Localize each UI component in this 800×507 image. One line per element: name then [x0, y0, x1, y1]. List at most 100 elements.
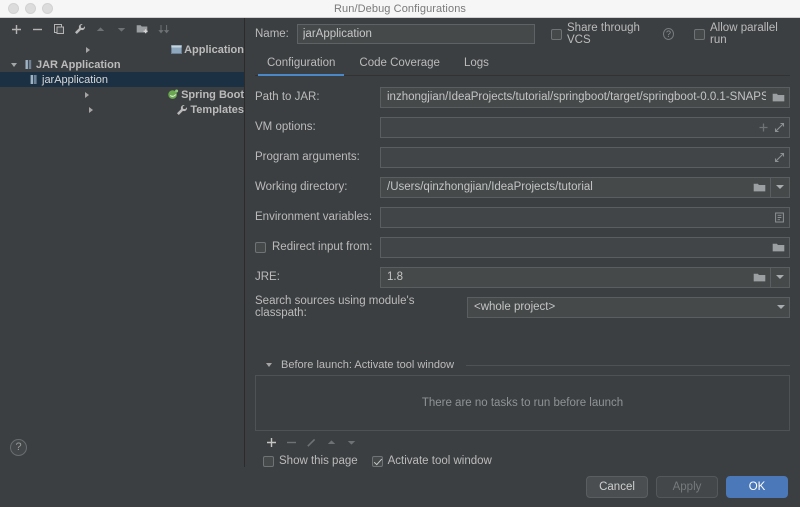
- before-launch-options: Show this page Activate tool window: [255, 453, 790, 467]
- browse-folder-icon[interactable]: [753, 182, 766, 193]
- chevron-right-icon[interactable]: [8, 46, 168, 53]
- edit-task-button[interactable]: [301, 432, 321, 452]
- before-launch-task-list[interactable]: There are no tasks to run before launch: [255, 375, 790, 431]
- chevron-down-icon: [776, 185, 784, 189]
- templates-icon: [174, 104, 190, 116]
- configuration-editor-panel: Name: Share through VCS ? Allow parallel…: [245, 18, 800, 467]
- redirect-input-label: Redirect input from:: [272, 241, 373, 253]
- redirect-input-label-group[interactable]: Redirect input from:: [255, 241, 380, 253]
- allow-parallel-run-checkbox[interactable]: [694, 28, 706, 40]
- show-this-page-label: Show this page: [279, 455, 358, 467]
- jre-value: 1.8: [387, 271, 403, 283]
- show-this-page-checkbox[interactable]: [263, 455, 274, 467]
- move-down-button[interactable]: [111, 19, 132, 39]
- title-bar: Run/Debug Configurations: [0, 0, 800, 18]
- browse-folder-icon[interactable]: [753, 272, 766, 283]
- share-vcs-help-icon[interactable]: ?: [662, 28, 675, 40]
- configurations-toolbar: [0, 18, 244, 40]
- environment-variables-input[interactable]: [380, 206, 790, 228]
- path-to-jar-label: Path to JAR:: [255, 91, 320, 103]
- remove-task-button[interactable]: [281, 432, 301, 452]
- environment-variables-row: Environment variables:: [255, 206, 790, 228]
- help-button[interactable]: ?: [10, 438, 27, 456]
- vm-options-row: VM options:: [255, 116, 790, 138]
- add-configuration-button[interactable]: [6, 19, 27, 39]
- tree-item-templates[interactable]: Templates: [0, 102, 244, 117]
- section-divider: [466, 364, 790, 366]
- editor-tabs[interactable]: Configuration Code Coverage Logs: [255, 50, 790, 76]
- configurations-panel: Application JAR Application jarApplicati…: [0, 18, 245, 467]
- jre-row: JRE: 1.8: [255, 266, 790, 288]
- vm-options-label: VM options:: [255, 121, 316, 133]
- tree-item-application[interactable]: Application: [0, 42, 244, 57]
- expand-editor-icon[interactable]: [774, 152, 785, 163]
- remove-configuration-button[interactable]: [27, 19, 48, 39]
- tree-item-jarapplication[interactable]: jarApplication: [0, 72, 244, 87]
- folder-add-icon[interactable]: [132, 19, 153, 39]
- apply-button[interactable]: Apply: [656, 476, 718, 498]
- jar-item-icon: [26, 74, 42, 85]
- move-up-button[interactable]: [90, 19, 111, 39]
- window-title: Run/Debug Configurations: [333, 2, 467, 15]
- redirect-input-path-input[interactable]: [380, 236, 790, 258]
- browse-folder-icon[interactable]: [772, 92, 785, 103]
- wrench-icon[interactable]: [69, 19, 90, 39]
- edit-variables-icon[interactable]: [774, 212, 785, 223]
- working-directory-label: Working directory:: [255, 181, 348, 193]
- working-directory-dropdown-button[interactable]: [771, 176, 790, 198]
- before-launch-section: Before launch: Activate tool window Ther…: [255, 353, 790, 467]
- activate-tool-window-checkbox[interactable]: [371, 455, 383, 467]
- chevron-down-icon[interactable]: [263, 363, 275, 367]
- chevron-down-icon[interactable]: [8, 62, 20, 67]
- cancel-button[interactable]: Cancel: [586, 476, 648, 498]
- working-directory-value: /Users/qinzhongjian/IdeaProjects/tutoria…: [387, 181, 593, 193]
- chevron-right-icon[interactable]: [8, 91, 165, 98]
- allow-parallel-run-row[interactable]: Allow parallel run: [694, 22, 790, 46]
- ok-button[interactable]: OK: [726, 476, 788, 498]
- name-label: Name:: [255, 28, 289, 40]
- show-this-page-row[interactable]: Show this page: [263, 455, 358, 467]
- redirect-input-checkbox[interactable]: [255, 241, 266, 253]
- environment-variables-label: Environment variables:: [255, 211, 372, 223]
- name-row: Name: Share through VCS ? Allow parallel…: [255, 18, 790, 50]
- activate-tool-window-row[interactable]: Activate tool window: [371, 455, 492, 467]
- before-launch-title: Before launch: Activate tool window: [281, 359, 455, 371]
- copy-configuration-button[interactable]: [48, 19, 69, 39]
- chevron-down-icon: [776, 275, 784, 279]
- chevron-down-icon[interactable]: [777, 305, 785, 309]
- search-sources-combo[interactable]: <whole project>: [467, 296, 790, 318]
- share-through-vcs-row[interactable]: Share through VCS ?: [551, 22, 675, 46]
- configurations-tree[interactable]: Application JAR Application jarApplicati…: [0, 40, 244, 427]
- path-to-jar-input[interactable]: inzhongjian/IdeaProjects/tutorial/spring…: [380, 86, 790, 108]
- sort-configurations-button[interactable]: [153, 19, 174, 39]
- chevron-right-icon[interactable]: [8, 106, 174, 113]
- program-arguments-input[interactable]: [380, 146, 790, 168]
- before-launch-header[interactable]: Before launch: Activate tool window: [255, 353, 790, 375]
- working-directory-row: Working directory: /Users/qinzhongjian/I…: [255, 176, 790, 198]
- tab-logs[interactable]: Logs: [452, 57, 501, 75]
- activate-tool-window-label: Activate tool window: [387, 455, 492, 467]
- program-arguments-row: Program arguments:: [255, 146, 790, 168]
- path-to-jar-value: inzhongjian/IdeaProjects/tutorial/spring…: [387, 91, 766, 103]
- task-move-down-button[interactable]: [341, 432, 361, 452]
- allow-parallel-run-label: Allow parallel run: [710, 22, 778, 46]
- name-input[interactable]: [296, 24, 535, 44]
- vm-options-input[interactable]: [380, 116, 790, 138]
- tree-item-label: Templates: [190, 103, 244, 116]
- expand-editor-icon[interactable]: [774, 122, 785, 133]
- spring-icon: [165, 89, 181, 100]
- jre-dropdown-button[interactable]: [771, 266, 790, 288]
- add-task-button[interactable]: [261, 432, 281, 452]
- tab-code-coverage[interactable]: Code Coverage: [347, 57, 452, 75]
- tree-item-label: Spring Boot: [181, 88, 244, 101]
- share-through-vcs-checkbox[interactable]: [551, 28, 562, 40]
- search-sources-label: Search sources using module's classpath:: [255, 295, 415, 319]
- working-directory-input[interactable]: /Users/qinzhongjian/IdeaProjects/tutoria…: [380, 176, 771, 198]
- add-macro-icon[interactable]: [758, 122, 769, 133]
- tab-configuration[interactable]: Configuration: [255, 57, 347, 76]
- tree-item-spring-boot[interactable]: Spring Boot: [0, 87, 244, 102]
- browse-folder-icon[interactable]: [772, 242, 785, 253]
- jre-input[interactable]: 1.8: [380, 266, 771, 288]
- task-move-up-button[interactable]: [321, 432, 341, 452]
- tree-item-jar-application[interactable]: JAR Application: [0, 57, 244, 72]
